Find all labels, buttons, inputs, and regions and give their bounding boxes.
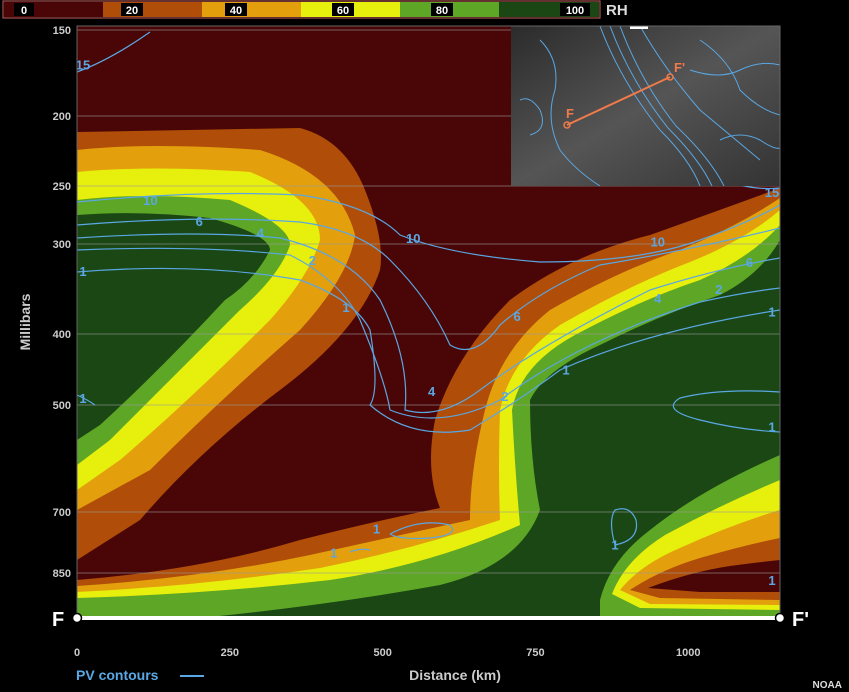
y-tick-label: 200 <box>53 111 71 123</box>
pv-contour-label: 1 <box>79 264 86 279</box>
y-tick-label: 400 <box>53 329 71 341</box>
rh-legend-label: RH <box>606 2 628 19</box>
y-tick-label: 250 <box>53 181 71 193</box>
pv-contour-label: 1 <box>562 363 569 378</box>
x-tick-label: 250 <box>221 647 239 659</box>
pv-legend: PV contours <box>76 667 204 683</box>
y-axis-label: Millibars <box>17 293 33 350</box>
pv-contour-label: 1 <box>79 391 86 406</box>
rh-swatch-40 <box>202 2 301 17</box>
pv-contour-label: 10 <box>406 231 420 246</box>
rh-stop-label: 80 <box>436 5 448 17</box>
x-tick-label: 1000 <box>676 647 700 659</box>
y-tick-label: 850 <box>53 568 71 580</box>
rh-swatch-20 <box>103 2 202 17</box>
pv-contour-label: 2 <box>715 282 722 297</box>
pv-contour-label: 6 <box>514 309 521 324</box>
pv-contour-label: 1 <box>768 305 775 320</box>
credit-text: NOAA <box>813 680 842 691</box>
pv-contour-label: 4 <box>428 384 436 399</box>
pv-contour-label: 1 <box>611 538 618 553</box>
section-start-marker <box>71 612 83 624</box>
inset-start-label: F <box>566 106 574 121</box>
rh-stop-label: 20 <box>126 5 138 17</box>
pv-contour-label: 1 <box>768 419 775 434</box>
rh-stop-label: 0 <box>21 5 27 17</box>
inset-map: F F' <box>511 26 780 186</box>
cross-section-chart: 0 20 40 60 80 100 RH 1510642111064 21106… <box>2 0 842 691</box>
y-axis-ticks: 150 200 250 300 400 500 700 850 <box>53 25 71 580</box>
pv-contour-label: 2 <box>309 253 316 268</box>
section-start-label: F <box>52 609 64 631</box>
pv-contour-label: 4 <box>257 225 265 240</box>
rh-legend: 0 20 40 60 80 100 RH <box>2 0 628 19</box>
y-tick-label: 300 <box>53 239 71 251</box>
x-tick-label: 0 <box>74 647 80 659</box>
inset-end-label: F' <box>674 60 685 75</box>
y-tick-label: 500 <box>53 400 71 412</box>
pv-contour-label: 2 <box>501 389 508 404</box>
pv-contour-label: 4 <box>654 291 662 306</box>
pv-contour-label: 1 <box>330 546 337 561</box>
x-tick-label: 750 <box>526 647 544 659</box>
pv-contour-label: 6 <box>196 214 203 229</box>
rh-stop-label: 40 <box>230 5 242 17</box>
rh-stop-label: 100 <box>566 5 584 17</box>
pv-contour-label: 15 <box>765 185 779 200</box>
pv-contour-label: 6 <box>746 255 753 270</box>
pv-contour-label: 10 <box>143 193 157 208</box>
y-tick-label: 700 <box>53 507 71 519</box>
x-axis-ticks: 0 250 500 750 1000 <box>74 647 701 659</box>
pv-contour-label: 15 <box>76 57 90 72</box>
pv-contour-label: 10 <box>651 235 665 250</box>
section-end-marker <box>774 612 786 624</box>
pv-contour-label: 1 <box>342 300 349 315</box>
pv-contour-label: 1 <box>373 521 380 536</box>
rh-stop-label: 60 <box>337 5 349 17</box>
pv-contour-label: 1 <box>768 573 775 588</box>
pv-legend-label: PV contours <box>76 667 159 683</box>
section-end-label: F' <box>792 609 809 631</box>
x-tick-label: 500 <box>373 647 391 659</box>
y-tick-label: 150 <box>53 25 71 37</box>
x-axis-label: Distance (km) <box>409 667 501 683</box>
